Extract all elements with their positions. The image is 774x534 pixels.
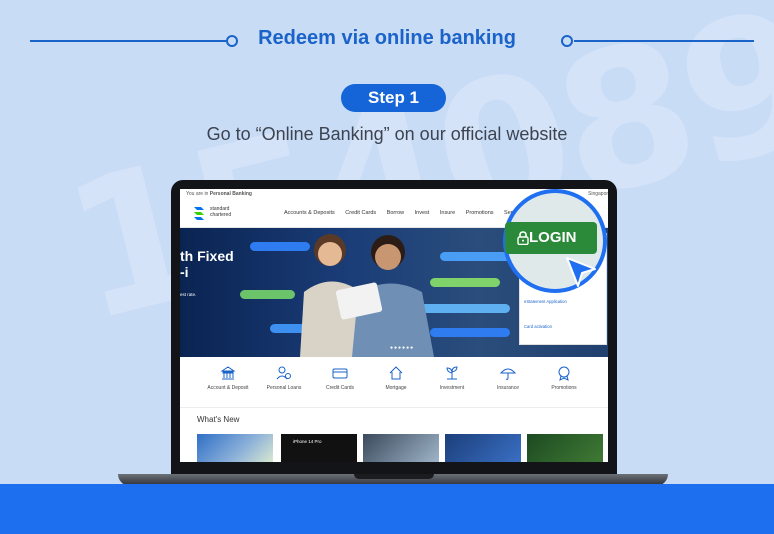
service-promotions[interactable]: Promotions bbox=[538, 365, 590, 391]
hero-headline-line1: th Fixed bbox=[180, 248, 234, 264]
segment-selector[interactable]: Personal Banking bbox=[210, 191, 252, 197]
promo-tile-iphone[interactable]: iPhone 14 Pro bbox=[281, 434, 357, 462]
region-label[interactable]: Singapore bbox=[588, 189, 608, 199]
logo-word-bottom: chartered bbox=[210, 212, 232, 218]
service-credit-cards[interactable]: Credit Cards bbox=[314, 365, 366, 391]
header-dot-right bbox=[561, 35, 573, 47]
nav-item-invest[interactable]: Invest bbox=[415, 210, 430, 216]
nav-item-accounts[interactable]: Accounts & Deposits bbox=[284, 210, 335, 216]
nav-item-insure[interactable]: Insure bbox=[440, 210, 455, 216]
whats-new-heading: What's New bbox=[197, 415, 240, 424]
service-account-deposit[interactable]: Account & Deposit bbox=[202, 365, 254, 391]
promo-tile[interactable] bbox=[363, 434, 439, 462]
bottom-bar bbox=[0, 484, 774, 534]
service-label: Credit Cards bbox=[325, 385, 355, 391]
service-label: Investment bbox=[439, 385, 465, 391]
cursor-pointer-icon bbox=[566, 257, 596, 287]
carousel-dots[interactable]: ●●●●●● bbox=[390, 345, 414, 351]
promo-tile[interactable] bbox=[445, 434, 521, 462]
util-prefix: You are in bbox=[186, 191, 209, 197]
whats-new-tiles: iPhone 14 Pro bbox=[197, 434, 607, 462]
service-label: Mortgage bbox=[385, 385, 407, 391]
promo-tile-label: iPhone 14 Pro bbox=[293, 439, 322, 444]
bank-logo-icon[interactable] bbox=[192, 205, 206, 221]
login-label: LOGIN bbox=[529, 229, 577, 246]
service-mortgage[interactable]: Mortgage bbox=[370, 365, 422, 391]
promotion-badge-icon bbox=[558, 366, 570, 381]
hero-headline: th Fixed -i bbox=[180, 248, 234, 280]
promo-tile[interactable] bbox=[527, 434, 603, 462]
plant-coin-icon bbox=[446, 366, 458, 380]
hero-couple-image bbox=[300, 234, 434, 357]
laptop-notch bbox=[354, 474, 434, 479]
bank-logo-text: standard chartered bbox=[210, 206, 231, 218]
service-label: Personal Loans bbox=[266, 385, 302, 391]
umbrella-icon bbox=[500, 368, 516, 380]
bank-building-icon bbox=[220, 366, 236, 380]
nav-links: Accounts & Deposits Credit Cards Borrow … bbox=[284, 210, 534, 216]
lock-icon bbox=[517, 231, 529, 245]
service-label: Account & Deposit bbox=[207, 385, 249, 391]
promo-banner: 1540897 Redeem via online banking Step 1… bbox=[0, 0, 774, 534]
step-badge: Step 1 bbox=[341, 84, 446, 112]
house-icon bbox=[389, 366, 403, 380]
header-line-right bbox=[574, 40, 754, 42]
quick-link-estatement[interactable]: eStatement Application bbox=[524, 299, 567, 304]
service-insurance[interactable]: Insurance bbox=[482, 365, 534, 391]
service-label: Promotions bbox=[551, 385, 577, 391]
nav-item-credit-cards[interactable]: Credit Cards bbox=[345, 210, 376, 216]
nav-item-borrow[interactable]: Borrow bbox=[387, 210, 404, 216]
person-coin-icon bbox=[276, 366, 291, 380]
quick-link-card-activation[interactable]: Card activation bbox=[524, 324, 552, 329]
service-label: Insurance bbox=[497, 385, 519, 391]
service-personal-loans[interactable]: Personal Loans bbox=[258, 365, 310, 391]
services-row: Account & Deposit Personal Loans Credit … bbox=[180, 359, 608, 408]
promo-tile[interactable] bbox=[197, 434, 273, 462]
hero-subtext: est rate. bbox=[180, 292, 197, 297]
hero-headline-line2: -i bbox=[180, 264, 189, 280]
credit-card-icon bbox=[332, 368, 348, 379]
service-investment[interactable]: Investment bbox=[426, 365, 478, 391]
page-title: Redeem via online banking bbox=[258, 27, 516, 49]
nav-item-promotions[interactable]: Promotions bbox=[466, 210, 494, 216]
step-instruction: Go to “Online Banking” on our official w… bbox=[206, 124, 568, 144]
